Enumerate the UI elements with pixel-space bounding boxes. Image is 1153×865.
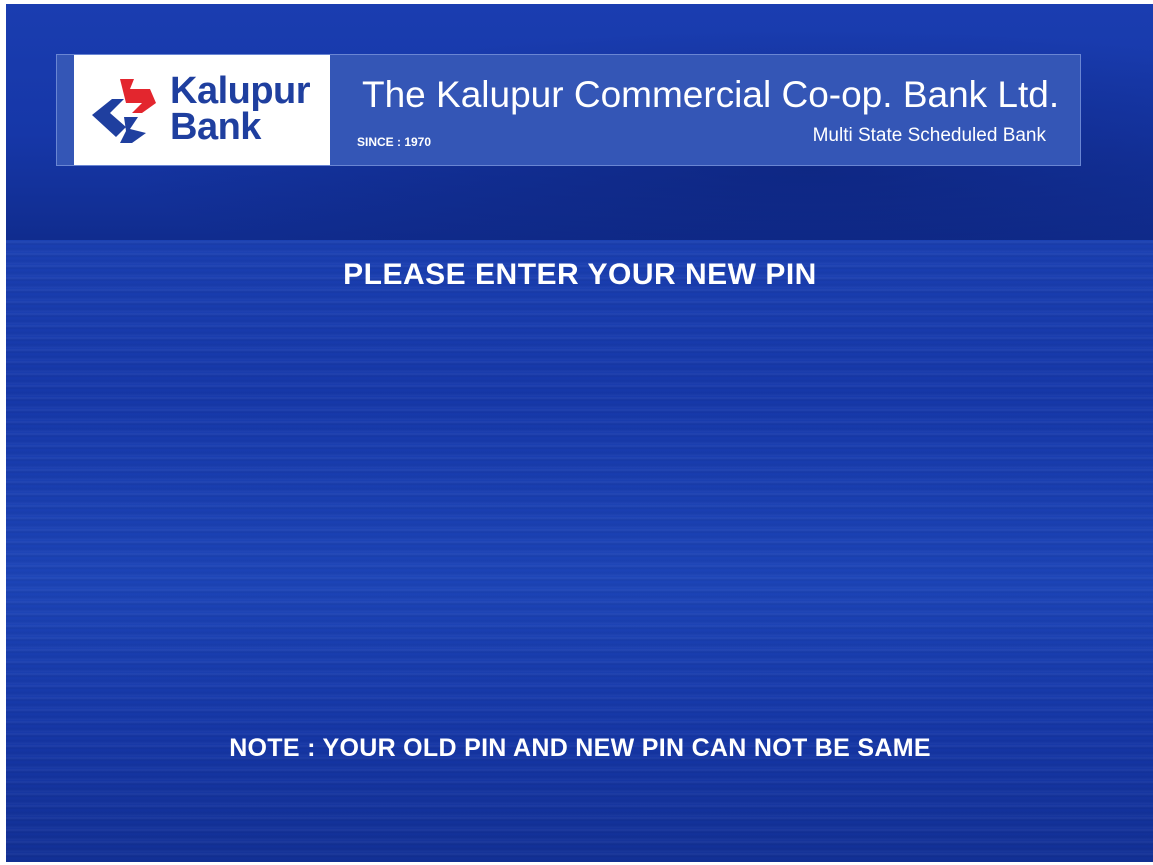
kalupur-bank-logo-icon: [92, 79, 156, 143]
logo-box: Kalupur Bank: [74, 55, 330, 165]
enter-pin-prompt: PLEASE ENTER YOUR NEW PIN: [343, 258, 817, 291]
since-year: SINCE : 1970: [357, 135, 432, 149]
bank-tagline: Multi State Scheduled Bank: [812, 125, 1046, 146]
content-background: [6, 240, 1153, 862]
logo-word: Bank: [170, 106, 261, 148]
bank-header-banner: Kalupur Bank The Kalupur Commercial Co-o…: [56, 54, 1081, 166]
logo-name: Kalupur: [170, 70, 311, 112]
bank-name: The Kalupur Commercial Co-op. Bank Ltd.: [362, 74, 1060, 115]
atm-screen: Kalupur Bank The Kalupur Commercial Co-o…: [6, 4, 1153, 862]
pin-note: NOTE : YOUR OLD PIN AND NEW PIN CAN NOT …: [229, 734, 931, 762]
logo-text: Kalupur Bank: [170, 70, 311, 148]
